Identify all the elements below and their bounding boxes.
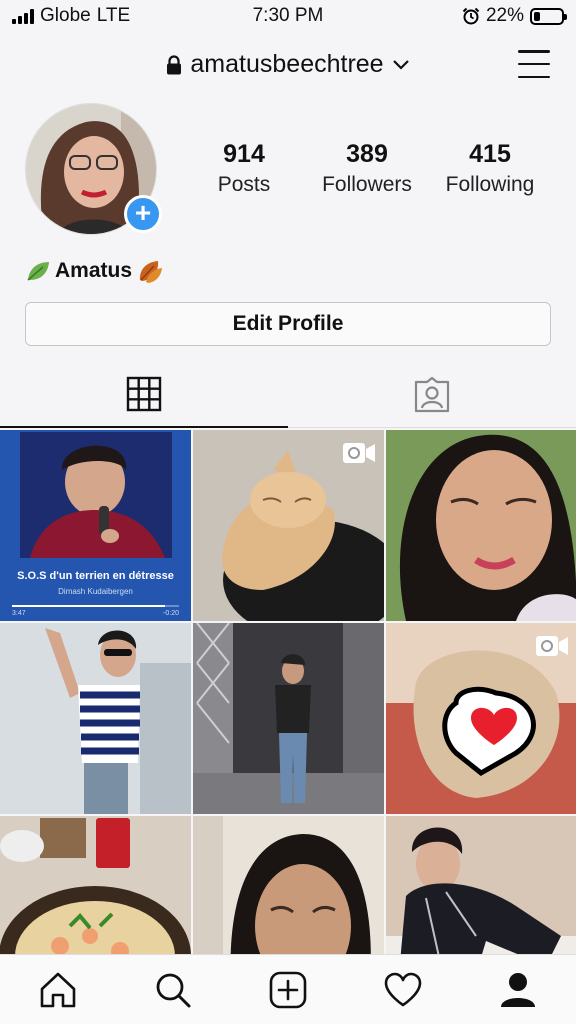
battery-info: 22%: [462, 5, 567, 27]
video-icon: [536, 636, 568, 656]
posts-label: Posts: [217, 173, 271, 196]
nav-profile[interactable]: [488, 960, 548, 1020]
alarm-icon: [462, 7, 480, 25]
profile-icon: [501, 972, 536, 1007]
following-label: Following: [445, 173, 535, 196]
leaf-icon: [27, 262, 49, 281]
followers-count[interactable]: 389 Followers: [302, 140, 432, 197]
display-name: Amatus: [25, 258, 164, 284]
home-icon: [40, 972, 75, 1007]
nav-activity[interactable]: [373, 960, 433, 1020]
chevron-down-icon: [392, 59, 409, 70]
battery-icon: [530, 7, 567, 25]
posts-value: 914: [223, 140, 265, 168]
post-thumbnail[interactable]: [0, 623, 191, 814]
search-icon: [156, 973, 191, 1007]
display-name-text: Amatus: [55, 259, 133, 282]
time-elapsed: 3:47: [12, 610, 26, 617]
progress-track: [12, 605, 179, 607]
time-remaining: -0:20: [163, 610, 179, 617]
tab-tagged[interactable]: [288, 372, 576, 428]
lock-icon: [167, 54, 182, 74]
add-story-button[interactable]: +: [124, 195, 162, 233]
nav-add-post[interactable]: [258, 960, 318, 1020]
status-bar: Globe LTE 7:30 PM 22%: [0, 0, 576, 32]
following-value: 415: [469, 140, 511, 168]
followers-label: Followers: [322, 173, 412, 196]
tab-grid[interactable]: [0, 372, 288, 428]
edit-profile-button[interactable]: Edit Profile: [25, 302, 551, 346]
bottom-nav: [0, 954, 576, 1024]
menu-icon[interactable]: [518, 50, 550, 78]
add-post-icon: [269, 971, 307, 1008]
nav-search[interactable]: [143, 960, 203, 1020]
post-grid: S.O.S d'un terrien en détresse Dimash Ku…: [0, 430, 576, 1007]
tagged-icon: [414, 376, 450, 413]
song-title: S.O.S d'un terrien en détresse: [17, 570, 174, 582]
nav-home[interactable]: [28, 960, 88, 1020]
post-thumbnail[interactable]: S.O.S d'un terrien en détresse Dimash Ku…: [0, 430, 191, 621]
video-icon: [343, 443, 375, 463]
grid-icon: [126, 376, 162, 412]
post-thumbnail[interactable]: [386, 623, 576, 814]
post-thumbnail[interactable]: [193, 623, 384, 814]
song-artist: Dimash Kudaibergen: [58, 587, 133, 596]
battery-percent: 22%: [485, 5, 524, 26]
posts-count[interactable]: 914 Posts: [179, 140, 309, 197]
account-switcher[interactable]: amatusbeechtree: [0, 50, 576, 79]
username: amatusbeechtree: [190, 50, 384, 78]
heart-icon: [384, 972, 422, 1006]
post-thumbnail[interactable]: [193, 430, 384, 621]
autumn-leaf-icon: [139, 261, 163, 283]
post-thumbnail[interactable]: [386, 430, 576, 621]
followers-value: 389: [346, 140, 388, 168]
following-count[interactable]: 415 Following: [425, 140, 555, 197]
profile-header: amatusbeechtree: [0, 42, 576, 90]
